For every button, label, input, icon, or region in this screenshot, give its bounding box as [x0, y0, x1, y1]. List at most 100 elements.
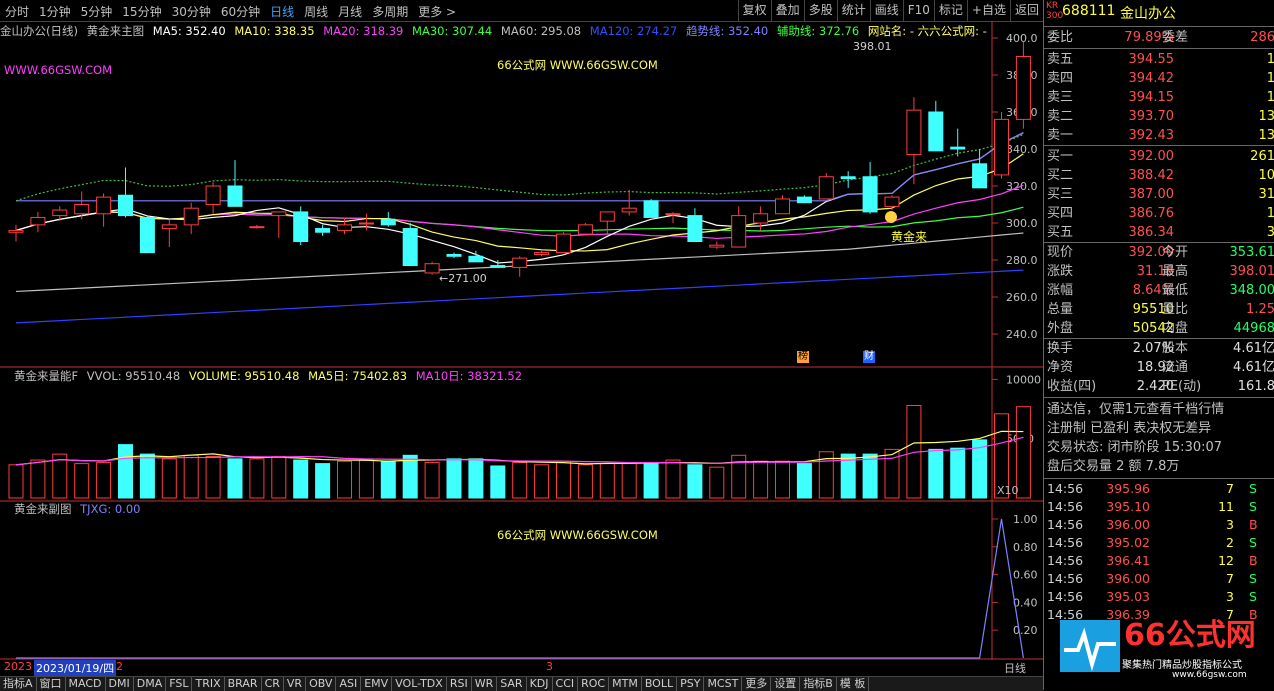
tool-button-4[interactable]: 画线 [870, 0, 903, 21]
candle-up [732, 216, 746, 247]
indicator-tab-27[interactable]: 模 板 [837, 677, 870, 691]
period-tab-2[interactable]: 5分钟 [76, 0, 118, 21]
volume-bar-up [184, 455, 198, 498]
tool-button-8[interactable]: 返回 [1010, 0, 1043, 21]
indicator-tab-7[interactable]: BRAR [225, 677, 262, 691]
volume-indicator-name[interactable]: 黄金来量能F [14, 369, 78, 383]
indicator-tab-14[interactable]: RSI [447, 677, 472, 691]
indicator-tab-22[interactable]: PSY [677, 677, 704, 691]
candle-down [841, 177, 855, 179]
ask-volume: 13 [1258, 126, 1274, 145]
candle-up [578, 225, 592, 234]
legend-ma120: MA120: 274.27 [590, 24, 678, 38]
period-tab-4[interactable]: 30分钟 [167, 0, 216, 21]
tick-time: 14:56 [1047, 588, 1083, 606]
indicator-tab-21[interactable]: BOLL [642, 677, 677, 691]
indicator-tabs: 指标A窗口MACDDMIDMAFSLTRIXBRARCRVROBVASIEMVV… [0, 676, 1043, 691]
cai-marker[interactable]: 财 [863, 351, 875, 363]
fund-label: 换手 [1047, 339, 1073, 358]
ask-volume: 1 [1267, 69, 1274, 88]
indicator-tab-16[interactable]: SAR [497, 677, 526, 691]
period-tabs: 分时1分钟5分钟15分钟30分钟60分钟日线周线月线多周期更多 > [0, 0, 461, 21]
indicator-tab-25[interactable]: 设置 [771, 677, 800, 691]
period-tab-0[interactable]: 分时 [0, 0, 34, 21]
sub-indicator-name[interactable]: 黄金来副图 [14, 502, 72, 516]
tool-button-0[interactable]: 复权 [738, 0, 771, 21]
tool-button-6[interactable]: 标记 [934, 0, 967, 21]
candle-down [140, 217, 154, 252]
tool-button-5[interactable]: F10 [903, 0, 934, 21]
indicator-tab-1[interactable]: 窗口 [37, 677, 66, 691]
bid-price: 386.76 [1118, 204, 1174, 223]
volume-bar-up [272, 456, 286, 498]
period-label[interactable]: 日线 [1004, 660, 1026, 676]
status-row: 交易状态: 闭市阶段 15:30:07 [1044, 438, 1274, 457]
bang-marker[interactable]: 榜 [797, 351, 809, 363]
candle-up [206, 186, 220, 205]
promo-row[interactable]: 通达信，仅需1元查看千档行情 [1044, 400, 1274, 419]
indicator-tab-2[interactable]: MACD [66, 677, 106, 691]
indicator-tab-24[interactable]: 更多 [742, 677, 771, 691]
fund-value-2: 161.8 [1238, 377, 1274, 396]
bid-row-4: 买五386.343 [1044, 223, 1274, 242]
period-tab-1[interactable]: 1分钟 [34, 0, 76, 21]
indicator-tab-3[interactable]: DMI [106, 677, 134, 691]
fund-value-2: 4.61亿 [1233, 358, 1274, 377]
period-tab-10[interactable]: 更多 > [413, 0, 461, 21]
volume-bar-up [9, 465, 23, 498]
legend-ma20: MA20: 318.39 [323, 24, 403, 38]
tool-button-2[interactable]: 多股 [804, 0, 837, 21]
ask-row-0: 卖五394.551 [1044, 50, 1274, 69]
indicator-tab-18[interactable]: CCI [553, 677, 579, 691]
price-axis-label: 340.0 [1006, 143, 1038, 156]
tick-time: 14:56 [1047, 534, 1083, 552]
indicator-tab-23[interactable]: MCST [704, 677, 742, 691]
ask-price: 394.42 [1118, 69, 1174, 88]
indicator-tab-8[interactable]: CR [262, 677, 284, 691]
bid-volume: 10 [1258, 166, 1274, 185]
tool-button-3[interactable]: 统计 [837, 0, 870, 21]
indicator-tab-17[interactable]: KDJ [527, 677, 553, 691]
stat-value-2: 353.61 [1230, 243, 1274, 262]
tick-row: 14:56395.022S [1044, 534, 1274, 552]
logo-subtitle: 聚集热门精品炒股指标公式 [1122, 656, 1242, 671]
stock-code: 688111 [1062, 3, 1115, 19]
indicator-tab-11[interactable]: ASI [336, 677, 361, 691]
indicator-tab-5[interactable]: FSL [166, 677, 192, 691]
indicator-tab-19[interactable]: ROC [578, 677, 609, 691]
volume-bar-up [338, 461, 352, 498]
legend-vol-ma10: MA10日: 38321.52 [416, 369, 522, 383]
indicator-tab-15[interactable]: WR [472, 677, 498, 691]
indicator-tab-20[interactable]: MTM [609, 677, 642, 691]
indicator-tab-6[interactable]: TRIX [192, 677, 224, 691]
period-tab-6[interactable]: 日线 [265, 0, 299, 21]
candle-up [272, 212, 286, 216]
chart-canvas[interactable]: 400.0380.0360.0340.0320.0300.0280.0260.0… [0, 21, 1043, 669]
promo-text[interactable]: 通达信，仅需1元查看千档行情 [1047, 400, 1224, 419]
period-tab-7[interactable]: 周线 [299, 0, 333, 21]
kline-chart[interactable]: 400.0380.0360.0340.0320.0300.0280.0260.0… [0, 21, 1043, 669]
tool-button-1[interactable]: 叠加 [771, 0, 804, 21]
tool-button-7[interactable]: +自选 [967, 0, 1010, 21]
period-tab-5[interactable]: 60分钟 [216, 0, 265, 21]
main-indicator-name[interactable]: 黄金来主图 [87, 24, 145, 38]
candle-up [600, 212, 614, 221]
tick-row: 14:56396.003B [1044, 516, 1274, 534]
indicator-tab-0[interactable]: 指标A [0, 677, 37, 691]
legend-ma5: MA5: 352.40 [153, 24, 226, 38]
candle-up [710, 245, 724, 247]
volume-bar-up [31, 460, 45, 498]
indicator-tab-10[interactable]: OBV [306, 677, 336, 691]
period-tab-3[interactable]: 15分钟 [117, 0, 166, 21]
stat-row-3: 总量95510量比1.25 [1044, 300, 1274, 319]
period-tab-8[interactable]: 月线 [333, 0, 367, 21]
indicator-tab-12[interactable]: EMV [361, 677, 392, 691]
ask-label: 卖三 [1047, 88, 1073, 107]
bid-label: 买三 [1047, 185, 1073, 204]
period-tab-9[interactable]: 多周期 [367, 0, 413, 21]
indicator-tab-13[interactable]: VOL-TDX [392, 677, 447, 691]
indicator-tab-4[interactable]: DMA [134, 677, 167, 691]
candle-up [359, 223, 373, 224]
indicator-tab-26[interactable]: 指标B [800, 677, 837, 691]
indicator-tab-9[interactable]: VR [284, 677, 306, 691]
